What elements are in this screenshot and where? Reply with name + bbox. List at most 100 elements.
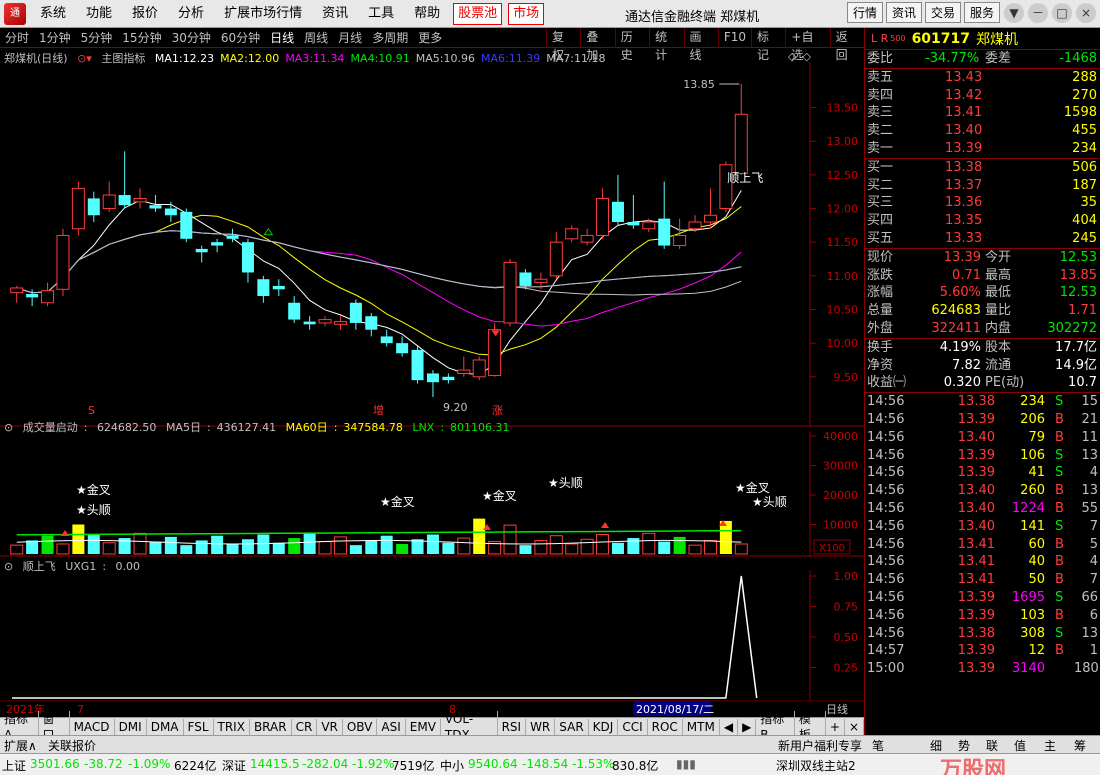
tool-overlay[interactable]: 叠加 [580, 28, 614, 62]
candle-body[interactable] [396, 343, 409, 354]
volume-bar[interactable] [180, 545, 193, 554]
tick-row[interactable]: 14:56 13.39 106 S 13 [865, 447, 1100, 465]
candle-body[interactable] [164, 208, 177, 216]
tab-19[interactable]: ROC [648, 718, 683, 735]
tab-18[interactable]: CCI [618, 718, 648, 735]
minimize-icon[interactable]: － [1028, 2, 1048, 23]
menu-function[interactable]: 功能 [76, 0, 122, 28]
volume-bar[interactable] [333, 536, 347, 555]
volume-bar[interactable] [565, 543, 579, 555]
candle-body[interactable] [71, 187, 85, 230]
volume-bar[interactable] [703, 539, 717, 555]
period-15min[interactable]: 15分钟 [117, 28, 166, 48]
tab-3[interactable]: DMI [115, 718, 147, 735]
tick-row[interactable]: 14:57 13.39 12 B 1 [865, 642, 1100, 660]
tab-15[interactable]: WR [526, 718, 556, 735]
tool-stats[interactable]: 统计 [649, 28, 683, 62]
volume-chart[interactable]: 40000300002000010000X100★金叉★头顺★金叉 ★金叉★头顺 ★… [0, 432, 864, 557]
candle-body[interactable] [195, 248, 208, 253]
volume-bar[interactable] [534, 539, 548, 555]
candle-body[interactable] [333, 321, 347, 325]
tab-chou[interactable]: 筹 [1074, 737, 1086, 754]
volume-bar[interactable] [241, 539, 254, 554]
candle-body[interactable] [457, 369, 471, 374]
tick-row[interactable]: 14:56 13.39 41 S 4 [865, 464, 1100, 482]
tick-row[interactable]: 15:00 13.39 3140 180 [865, 660, 1100, 678]
candle-body[interactable] [272, 285, 285, 290]
volume-bar[interactable] [380, 535, 393, 554]
candle-body[interactable] [658, 218, 671, 246]
tick-row[interactable]: 14:56 13.40 1224 B 55 [865, 500, 1100, 518]
volume-bar[interactable] [580, 538, 594, 555]
tab-21[interactable]: ◀ [720, 718, 739, 735]
period-more[interactable]: 更多 [413, 28, 447, 48]
volume-bar[interactable] [596, 534, 610, 555]
tab-11[interactable]: ASI [377, 718, 406, 735]
volume-bar[interactable] [133, 532, 147, 555]
menu-info[interactable]: 资讯 [312, 0, 358, 28]
candle-body[interactable] [673, 234, 687, 247]
volume-bar[interactable] [365, 540, 378, 554]
candle-body[interactable] [10, 287, 24, 294]
period-60min[interactable]: 60分钟 [216, 28, 265, 48]
menu-market[interactable]: 市场 [508, 2, 545, 25]
maximize-icon[interactable]: □ [1052, 2, 1072, 23]
tab-14[interactable]: RSI [498, 718, 527, 735]
tick-row[interactable]: 14:56 13.41 50 B 7 [865, 571, 1100, 589]
volume-bar[interactable] [257, 534, 270, 554]
volume-bar[interactable] [642, 532, 656, 555]
tab-12[interactable]: EMV [406, 718, 441, 735]
tab-4[interactable]: DMA [147, 718, 184, 735]
trade-button[interactable]: 交易 [924, 2, 961, 23]
candle-body[interactable] [703, 214, 717, 223]
candle-body[interactable] [149, 205, 162, 209]
tool-mark[interactable]: 标记 [751, 28, 785, 62]
candle-body[interactable] [180, 211, 193, 239]
period-5min[interactable]: 5分钟 [76, 28, 118, 48]
volume-bar[interactable] [56, 543, 70, 555]
volume-bar[interactable] [473, 518, 486, 554]
candle-body[interactable] [442, 376, 455, 381]
candle-body[interactable] [226, 235, 239, 239]
tool-history[interactable]: 历史 [614, 28, 649, 62]
candle-body[interactable] [380, 336, 393, 344]
indicator-chart[interactable]: 1.00 0.75 0.50 0.25 [0, 570, 864, 700]
server-name[interactable]: 深圳双线主站2 [776, 757, 856, 774]
expand-button[interactable]: 扩展∧ [4, 737, 37, 754]
volume-bar[interactable] [303, 533, 316, 554]
candle-body[interactable] [734, 113, 748, 175]
menu-system[interactable]: 系统 [30, 0, 76, 28]
dropdown-icon[interactable]: ▼ [1004, 2, 1024, 23]
volume-bar[interactable] [673, 536, 686, 554]
volume-bar[interactable] [87, 534, 100, 554]
tick-list[interactable]: 14:56 13.38 234 S 15 14:56 13.39 206 B 21 14:56 13.… [865, 392, 1100, 678]
volume-bar[interactable] [26, 540, 39, 554]
candle-body[interactable] [303, 321, 316, 325]
candle-body[interactable] [133, 197, 147, 203]
period-30min[interactable]: 30分钟 [167, 28, 216, 48]
volume-bar[interactable] [226, 543, 239, 554]
volume-bar[interactable] [349, 545, 362, 554]
info-button[interactable]: 资讯 [885, 2, 922, 23]
service-button[interactable]: 服务 [963, 2, 1000, 23]
period-multi[interactable]: 多周期 [367, 28, 413, 48]
candle-body[interactable] [257, 279, 270, 297]
volume-bar[interactable] [688, 544, 702, 555]
candle-body[interactable] [642, 221, 656, 230]
volume-bar[interactable] [457, 537, 471, 555]
candle-body[interactable] [596, 197, 610, 236]
tab-17[interactable]: KDJ [589, 718, 619, 735]
tick-row[interactable]: 14:56 13.39 103 B 6 [865, 607, 1100, 625]
volume-bar[interactable] [164, 536, 177, 554]
candle-body[interactable] [288, 302, 301, 320]
tick-row[interactable]: 14:56 13.40 141 S 7 [865, 518, 1100, 536]
candle-body[interactable] [549, 241, 563, 277]
candle-body[interactable] [688, 221, 702, 230]
volume-bar[interactable] [211, 535, 224, 554]
candle-body[interactable] [56, 234, 70, 290]
candle-body[interactable] [627, 221, 640, 226]
volume-bar[interactable] [195, 540, 208, 554]
volume-bar[interactable] [72, 524, 85, 555]
volume-bar[interactable] [426, 534, 439, 554]
quote-button[interactable]: 行情 [846, 2, 883, 23]
